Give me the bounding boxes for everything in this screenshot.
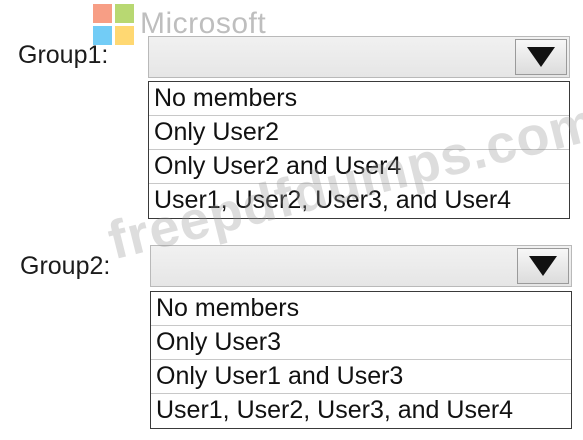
group1-dropdown-button[interactable] xyxy=(515,39,567,75)
caret-down-icon xyxy=(529,256,557,276)
group1-option[interactable]: Only User2 and User4 xyxy=(149,150,569,184)
group2-dropdown[interactable] xyxy=(150,245,572,287)
group2-dropdown-button[interactable] xyxy=(517,248,569,284)
logo-square-yellow xyxy=(115,25,134,45)
group1-option[interactable]: User1, User2, User3, and User4 xyxy=(149,184,569,218)
group1-dropdown[interactable] xyxy=(148,36,570,78)
microsoft-logo-icon xyxy=(93,3,134,45)
group1-option[interactable]: No members xyxy=(149,82,569,116)
group2-option[interactable]: Only User1 and User3 xyxy=(151,360,571,394)
logo-square-green xyxy=(115,3,134,23)
group1-label: Group1: xyxy=(18,41,109,69)
group2-label: Group2: xyxy=(20,252,111,280)
group2-option[interactable]: User1, User2, User3, and User4 xyxy=(151,394,571,428)
group2-option[interactable]: No members xyxy=(151,292,571,326)
group2-options-list: No members Only User3 Only User1 and Use… xyxy=(150,291,572,429)
group1-option[interactable]: Only User2 xyxy=(149,116,569,150)
group2-option[interactable]: Only User3 xyxy=(151,326,571,360)
logo-square-red xyxy=(93,3,112,23)
caret-down-icon xyxy=(527,47,555,67)
group1-options-list: No members Only User2 Only User2 and Use… xyxy=(148,81,570,219)
